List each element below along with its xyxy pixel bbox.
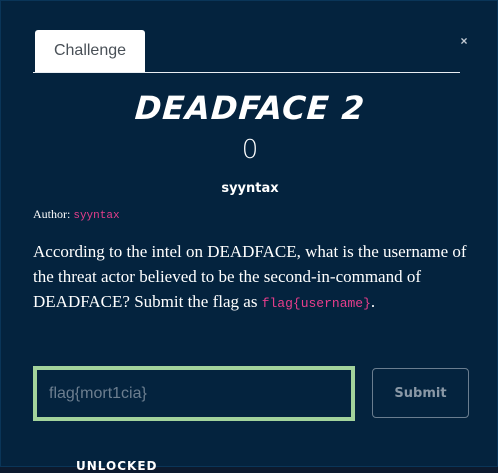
- description-text: According to the intel on DEADFACE, what…: [33, 242, 467, 311]
- tab-challenge[interactable]: Challenge: [35, 30, 145, 72]
- author-label: Author:: [33, 207, 71, 221]
- unlocked-text: UNLOCKED: [76, 459, 158, 473]
- challenge-title: DEADFACE 2: [133, 89, 367, 127]
- author-line: Author: syyntax: [33, 207, 120, 222]
- challenge-description: According to the intel on DEADFACE, what…: [33, 239, 473, 316]
- flag-input[interactable]: [33, 366, 355, 421]
- challenge-modal: Challenge × DEADFACE 2 0 syyntax Author:…: [0, 0, 498, 473]
- flag-format-code: flag{username}: [261, 296, 371, 311]
- challenge-value: 0: [241, 135, 259, 165]
- submit-button[interactable]: Submit: [372, 368, 469, 418]
- author-name: syyntax: [73, 210, 120, 222]
- tab-bar: Challenge: [33, 30, 460, 73]
- description-end: .: [370, 292, 376, 311]
- close-icon[interactable]: ×: [459, 35, 469, 47]
- challenge-category: syyntax: [221, 181, 279, 196]
